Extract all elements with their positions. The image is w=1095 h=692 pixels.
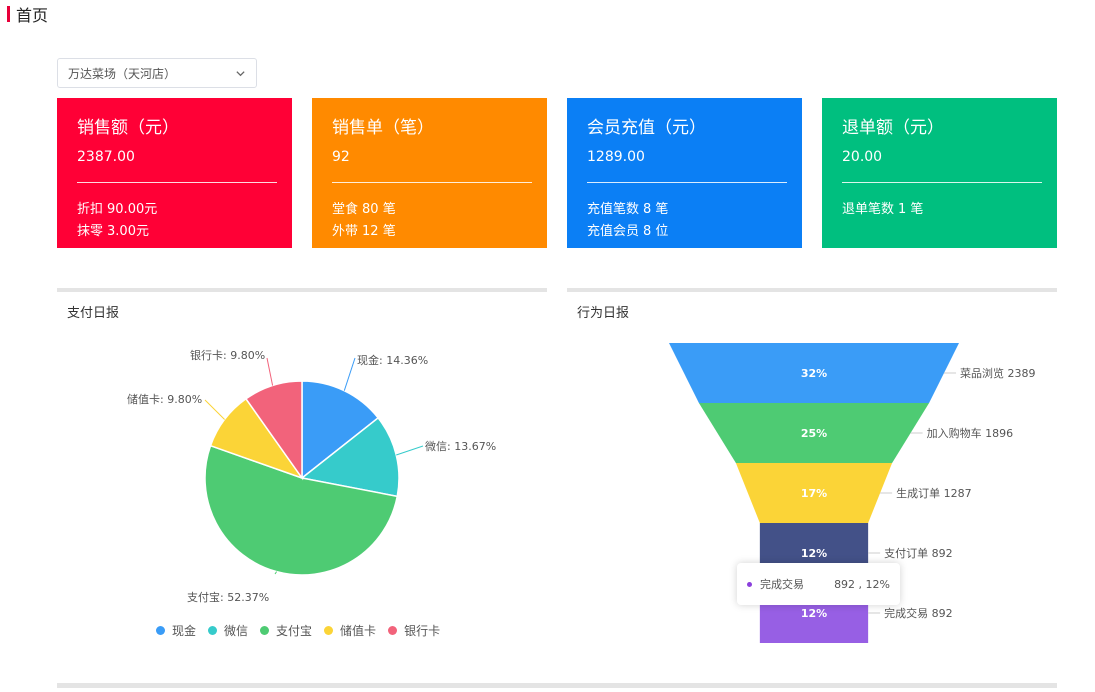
pie-leader-line bbox=[204, 399, 225, 420]
stat-detail-label: 堂食 bbox=[332, 202, 359, 217]
legend-item-储值卡[interactable]: 储值卡 bbox=[324, 622, 376, 639]
behavior-panel-divider bbox=[567, 288, 1057, 292]
stat-card-divider bbox=[842, 182, 1042, 183]
legend-dot bbox=[156, 626, 165, 635]
funnel-percent-label: 17% bbox=[801, 487, 827, 500]
stat-card-detail: 外带 12 笔 bbox=[332, 220, 396, 239]
legend-dot bbox=[324, 626, 334, 635]
chevron-down-icon bbox=[236, 70, 245, 76]
pie-slice-label: 银行卡: 9.80% bbox=[190, 348, 265, 362]
stat-card-value: 92 bbox=[332, 149, 350, 165]
payment-legend: 现金 微信 支付宝 储值卡 银行卡 bbox=[156, 622, 452, 639]
stat-card-detail: 充值会员 8 位 bbox=[587, 220, 668, 239]
funnel-stage-label: 加入购物车 1896 bbox=[927, 426, 1014, 440]
stat-card-title: 退单额（元） bbox=[842, 118, 944, 138]
payment-panel-title: 支付日报 bbox=[67, 306, 120, 321]
title-accent-bar bbox=[7, 6, 10, 22]
stat-card: 会员充值（元） 1289.00 充值笔数 8 笔充值会员 8 位 bbox=[567, 98, 802, 248]
stat-card-value: 2387.00 bbox=[77, 149, 135, 165]
store-select-value: 万达菜场（天河店） bbox=[68, 66, 177, 81]
pie-slice-label: 储值卡: 9.80% bbox=[127, 392, 202, 406]
stat-detail-label: 外带 bbox=[332, 224, 359, 239]
pie-leader-line bbox=[266, 357, 274, 386]
funnel-stage-label: 生成订单 1287 bbox=[896, 486, 972, 500]
funnel-tooltip: 完成交易 892 , 12% bbox=[737, 563, 900, 605]
pie-slice-label: 现金: 14.36% bbox=[357, 353, 428, 367]
payment-panel-divider bbox=[57, 288, 547, 292]
bottom-panel-divider bbox=[57, 683, 1057, 688]
funnel-percent-label: 25% bbox=[801, 427, 827, 440]
stat-card-detail: 充值笔数 8 笔 bbox=[587, 198, 668, 217]
stat-card: 销售额（元） 2387.00 折扣 90.00元 抹零 3.00元 bbox=[57, 98, 292, 248]
page-title: 首页 bbox=[7, 4, 49, 25]
stat-detail-value: 8 位 bbox=[643, 224, 669, 239]
behavior-panel-title: 行为日报 bbox=[577, 306, 630, 321]
legend-dot bbox=[260, 626, 270, 635]
store-select[interactable]: 万达菜场（天河店） bbox=[57, 58, 257, 88]
stat-card-divider bbox=[587, 182, 787, 183]
stat-card-title: 销售单（笔） bbox=[332, 118, 434, 138]
legend-label: 现金 bbox=[172, 624, 197, 638]
stat-card-title: 销售额（元） bbox=[77, 118, 179, 138]
funnel-percent-label: 12% bbox=[801, 547, 827, 560]
stat-card: 销售单（笔） 92 堂食 80 笔外带 12 笔 bbox=[312, 98, 547, 248]
legend-dot bbox=[208, 626, 218, 635]
funnel-percent-label: 32% bbox=[801, 367, 827, 380]
legend-label: 微信 bbox=[224, 624, 249, 638]
legend-item-微信[interactable]: 微信 bbox=[208, 622, 248, 639]
legend-item-支付宝[interactable]: 支付宝 bbox=[260, 622, 312, 639]
funnel-stage-label: 完成交易 892 bbox=[884, 606, 953, 620]
pie-leader-line bbox=[396, 445, 424, 456]
pie-leader-line bbox=[343, 357, 356, 391]
tooltip-value: 892 , 12% bbox=[834, 577, 890, 591]
stat-card-divider bbox=[332, 182, 532, 183]
stat-card-value: 20.00 bbox=[842, 149, 883, 165]
legend-item-现金[interactable]: 现金 bbox=[156, 622, 196, 639]
stat-card-divider bbox=[77, 182, 277, 183]
stat-detail-value: 80 笔 bbox=[362, 202, 396, 217]
legend-label: 银行卡 bbox=[404, 624, 441, 638]
stat-detail-value: 90.00元 bbox=[107, 202, 158, 217]
legend-label: 支付宝 bbox=[276, 624, 313, 638]
tooltip-dot bbox=[747, 581, 752, 587]
tooltip-name: 完成交易 bbox=[760, 578, 804, 591]
stat-card-title: 会员充值（元） bbox=[587, 118, 706, 138]
stat-card-detail: 退单笔数 1 笔 bbox=[842, 198, 923, 217]
pie-slice-label: 微信: 13.67% bbox=[425, 439, 496, 453]
stat-card: 退单额（元） 20.00 退单笔数 1 笔 bbox=[822, 98, 1057, 248]
legend-label: 储值卡 bbox=[340, 624, 377, 638]
stat-detail-value: 8 笔 bbox=[643, 202, 669, 217]
stat-card-detail: 抹零 3.00元 bbox=[77, 220, 149, 239]
stat-card-detail: 堂食 80 笔 bbox=[332, 198, 396, 217]
stat-detail-value: 12 笔 bbox=[362, 224, 396, 239]
stat-detail-label: 退单笔数 bbox=[842, 202, 895, 217]
pie-slice-label: 支付宝: 52.37% bbox=[187, 590, 269, 604]
funnel-percent-label: 12% bbox=[801, 607, 827, 620]
funnel-stage-label: 菜品浏览 2389 bbox=[960, 366, 1036, 380]
funnel-stage-label: 支付订单 892 bbox=[884, 547, 953, 560]
stat-detail-value: 3.00元 bbox=[107, 224, 149, 239]
stat-detail-value: 1 笔 bbox=[898, 202, 924, 217]
stat-detail-label: 折扣 bbox=[77, 202, 104, 217]
payment-pie-chart: 现金: 14.36% 微信: 13.67% 支付宝: 52.37% 储值卡: 9.80… bbox=[127, 348, 496, 604]
stat-detail-label: 充值会员 bbox=[587, 224, 640, 239]
legend-item-银行卡[interactable]: 银行卡 bbox=[388, 622, 440, 639]
stat-detail-label: 充值笔数 bbox=[587, 202, 640, 217]
page-title-text: 首页 bbox=[16, 6, 49, 25]
legend-dot bbox=[388, 626, 398, 635]
stat-card-detail: 折扣 90.00元 bbox=[77, 198, 157, 217]
stat-card-value: 1289.00 bbox=[587, 149, 645, 165]
stat-detail-label: 抹零 bbox=[77, 224, 104, 239]
